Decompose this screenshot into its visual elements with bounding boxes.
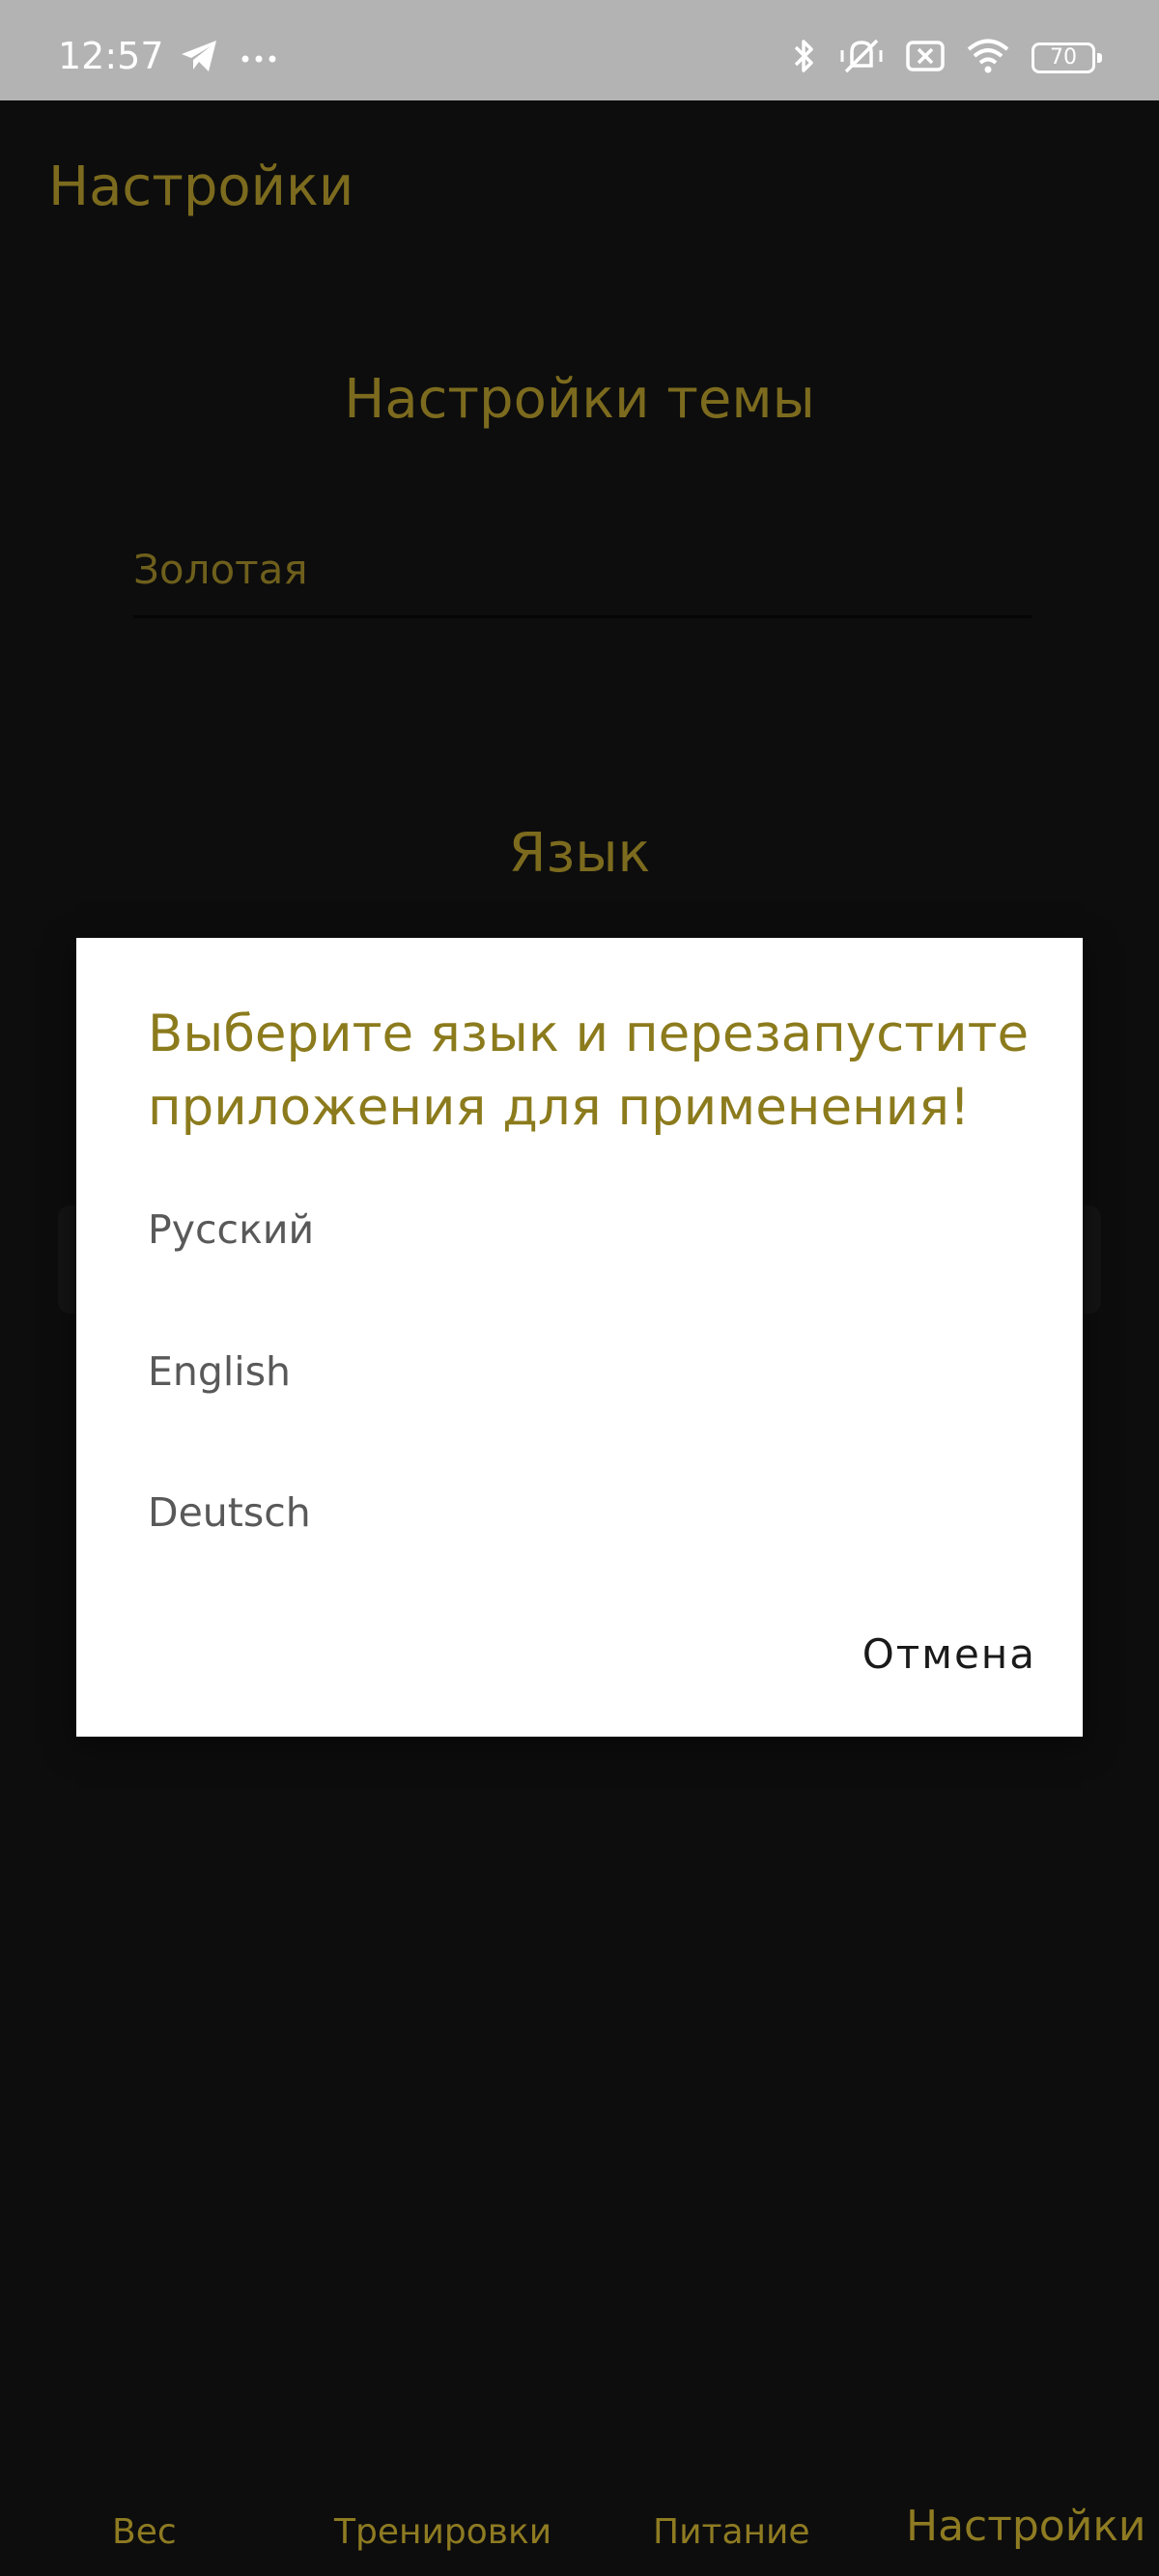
status-bar: 12:57 70 [0, 0, 1159, 100]
nav-item-nutrition[interactable]: Питание [653, 2509, 810, 2556]
nav-item-settings[interactable]: Настройки [906, 2504, 1146, 2550]
telegram-icon [180, 39, 218, 77]
status-time: 12:57 [58, 35, 164, 77]
page-title: Настройки [48, 156, 354, 218]
language-option-german[interactable]: Deutsch [148, 1487, 998, 1538]
theme-select-field[interactable]: Золотая [133, 537, 1032, 618]
language-option-english[interactable]: English [148, 1346, 998, 1397]
more-dots-icon [241, 49, 276, 68]
theme-select-value: Золотая [133, 546, 308, 593]
mute-vibrate-icon [838, 37, 885, 79]
language-option-russian[interactable]: Русский [148, 1204, 998, 1255]
theme-settings-heading: Настройки темы [344, 368, 815, 431]
wifi-icon [966, 39, 1010, 77]
bluetooth-icon [792, 37, 817, 79]
status-right-icons: 70 [792, 35, 1102, 81]
cancel-button[interactable]: Отмена [862, 1629, 1036, 1680]
battery-indicator: 70 [1032, 42, 1102, 73]
language-dialog: Выберите язык и перезапустите приложения… [76, 938, 1083, 1737]
nav-item-workouts[interactable]: Тренировки [334, 2509, 551, 2556]
sim-off-icon [906, 41, 945, 75]
dialog-title: Выберите язык и перезапустите приложения… [148, 1005, 1030, 1137]
status-left-icons [180, 37, 276, 79]
language-heading: Язык [508, 822, 651, 885]
nav-item-weight[interactable]: Вес [112, 2509, 177, 2556]
bottom-navigation: Вес Тренировки Питание Настройки [0, 2492, 1159, 2576]
